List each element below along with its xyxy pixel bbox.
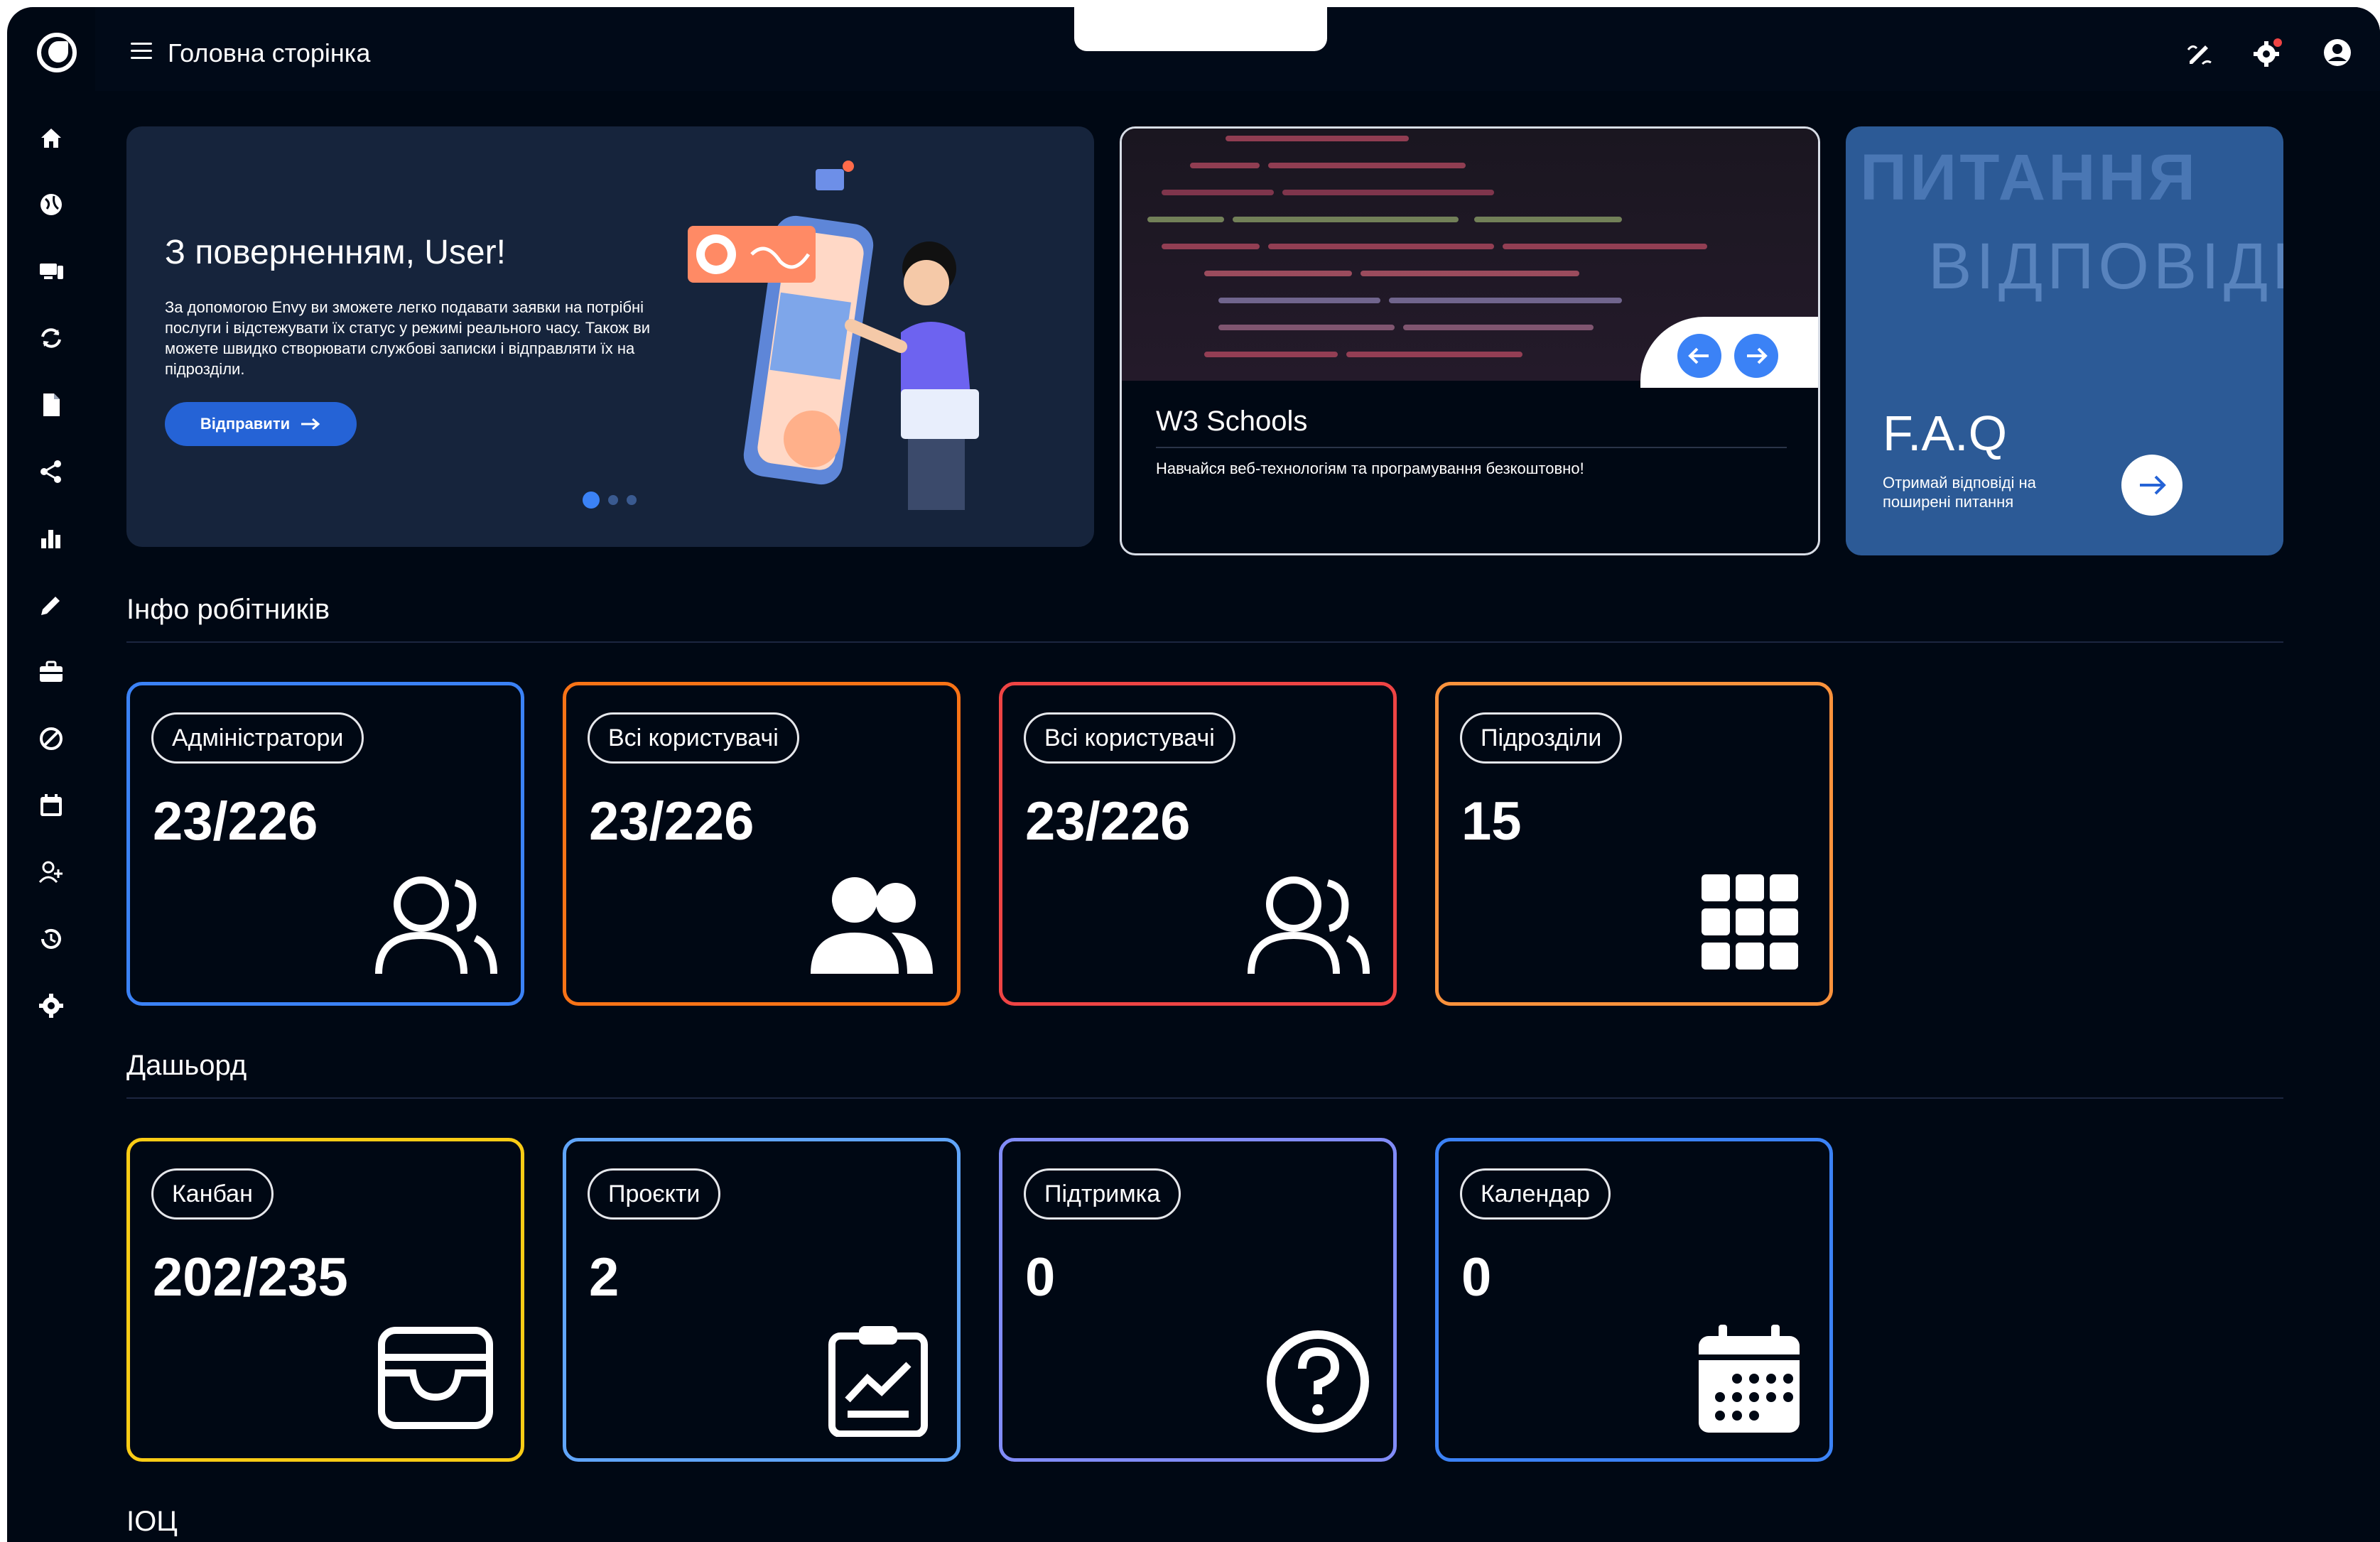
- arrow-left-icon: [1688, 347, 1709, 364]
- welcome-text: За допомогою Envy ви зможете легко подав…: [165, 298, 651, 378]
- carousel-dot-1[interactable]: [583, 492, 600, 509]
- block-icon[interactable]: [37, 724, 65, 753]
- arrow-right-icon: [301, 418, 320, 430]
- arrow-right-icon: [2140, 475, 2166, 495]
- card-value: 0: [1461, 1247, 1492, 1308]
- w3schools-card[interactable]: W3 Schools Навчайся веб-технологіям та п…: [1120, 126, 1820, 555]
- camera-notch: [1074, 7, 1327, 51]
- faq-card[interactable]: ПИТАННЯ ВІДПОВІДЬ F.A.Q Отримай відповід…: [1846, 126, 2283, 555]
- add-user-icon[interactable]: [37, 858, 65, 886]
- card-calendar[interactable]: Календар 0: [1435, 1138, 1833, 1462]
- carousel-dots: [583, 492, 637, 509]
- card-label: Підтримка: [1024, 1168, 1181, 1220]
- card-label: Адміністратори: [151, 712, 364, 764]
- section-title-dashboard: Дашьорд: [126, 1050, 247, 1081]
- card-value: 23/226: [1025, 791, 1191, 852]
- settings-icon[interactable]: [37, 992, 65, 1020]
- section-title-workers: Інфо робітників: [126, 594, 330, 625]
- send-button-label: Відправити: [200, 415, 291, 433]
- card-label: Канбан: [151, 1168, 274, 1220]
- users-solid-icon: [808, 867, 936, 981]
- globe-icon[interactable]: [37, 190, 65, 219]
- card-value: 2: [589, 1247, 620, 1308]
- home-icon[interactable]: [37, 124, 65, 152]
- section-divider: [126, 641, 2283, 643]
- carousel-dot-3[interactable]: [627, 495, 637, 505]
- card-all-users-1[interactable]: Всі користувачі 23/226: [563, 682, 961, 1006]
- divider: [1156, 447, 1787, 448]
- inbox-tray-icon: [372, 1323, 499, 1437]
- page-title: Головна сторінка: [168, 38, 371, 67]
- calendar-icon[interactable]: [37, 791, 65, 820]
- faq-title: F.A.Q: [1883, 406, 2008, 461]
- card-value: 202/235: [153, 1247, 348, 1308]
- card-kanban[interactable]: Канбан 202/235: [126, 1138, 524, 1462]
- faq-background-word-2: ВІДПОВІДЬ: [1928, 230, 2283, 303]
- sync-icon[interactable]: [37, 324, 65, 352]
- w3schools-subtitle: Навчайся веб-технологіям та програмуванн…: [1156, 460, 1584, 477]
- grid-icon: [1680, 867, 1808, 981]
- bar-chart-icon[interactable]: [37, 524, 65, 553]
- faq-open-button[interactable]: [2121, 455, 2182, 516]
- card-departments[interactable]: Підрозділи 15: [1435, 682, 1833, 1006]
- share-icon[interactable]: [37, 457, 65, 486]
- app-window: Головна сторінка З поверненням, User! За…: [7, 7, 2380, 1542]
- carousel-dot-2[interactable]: [608, 495, 618, 505]
- help-circle-icon: [1244, 1323, 1372, 1437]
- card-administrators[interactable]: Адміністратори 23/226: [126, 682, 524, 1006]
- card-value: 23/226: [589, 791, 754, 852]
- card-label: Всі користувачі: [1024, 712, 1235, 764]
- card-label: Проєкти: [588, 1168, 721, 1220]
- w3schools-title: W3 Schools: [1156, 406, 1308, 437]
- section-divider: [126, 1097, 2283, 1099]
- users-outline-icon: [372, 867, 499, 981]
- menu-icon[interactable]: [131, 43, 152, 60]
- prev-arrow-button[interactable]: [1677, 334, 1721, 378]
- edit-note-icon[interactable]: [2184, 37, 2215, 68]
- next-arrow-button[interactable]: [1734, 334, 1778, 378]
- sidebar: [7, 91, 95, 1542]
- card-projects[interactable]: Проєкти 2: [563, 1138, 961, 1462]
- document-icon[interactable]: [37, 391, 65, 419]
- card-label: Підрозділи: [1460, 712, 1623, 764]
- card-value: 0: [1025, 1247, 1056, 1308]
- card-value: 23/226: [153, 791, 318, 852]
- devices-icon[interactable]: [37, 257, 65, 286]
- users-outline-icon: [1244, 867, 1372, 981]
- faq-text: Отримай відповіді на поширені питання: [1883, 474, 2036, 511]
- send-button[interactable]: Відправити: [165, 402, 357, 446]
- history-icon[interactable]: [37, 925, 65, 953]
- notification-gear-icon[interactable]: [2252, 37, 2283, 68]
- account-icon[interactable]: [2322, 37, 2353, 68]
- welcome-title: З поверненням, User!: [165, 234, 506, 271]
- woman-with-dashboard-illustration: [688, 161, 979, 510]
- faq-background-word-1: ПИТАННЯ: [1860, 141, 2199, 214]
- card-value: 15: [1461, 791, 1522, 852]
- card-support[interactable]: Підтримка 0: [999, 1138, 1397, 1462]
- card-label: Всі користувачі: [588, 712, 799, 764]
- calendar-icon: [1680, 1323, 1808, 1437]
- pencil-icon[interactable]: [37, 591, 65, 619]
- card-label: Календар: [1460, 1168, 1611, 1220]
- app-logo-icon[interactable]: [37, 33, 77, 72]
- welcome-banner: З поверненням, User! За допомогою Envy в…: [126, 126, 1094, 547]
- clipboard-chart-icon: [808, 1323, 936, 1438]
- section-title-ioc: ІОЦ: [126, 1506, 178, 1537]
- card-all-users-2[interactable]: Всі користувачі 23/226: [999, 682, 1397, 1006]
- arrow-right-icon: [1747, 347, 1768, 364]
- briefcase-icon[interactable]: [37, 658, 65, 686]
